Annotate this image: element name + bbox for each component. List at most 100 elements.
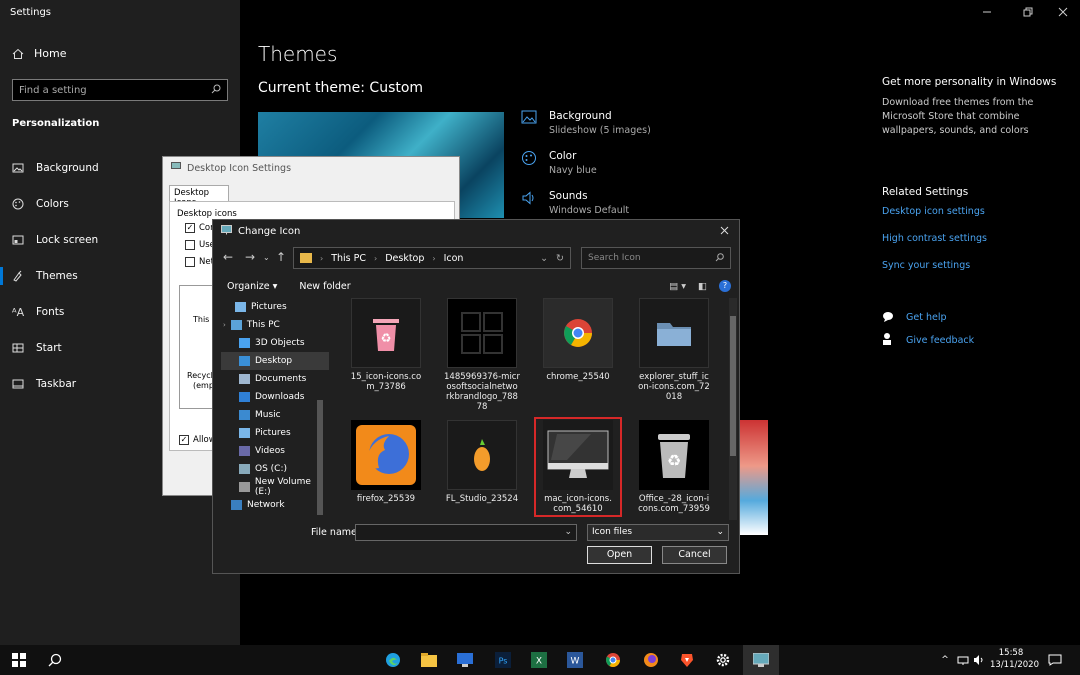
tree-item-network[interactable]: Network (221, 496, 329, 514)
file-item[interactable]: 1485969376-micr osoftsocialnetwo rkbrand… (441, 298, 523, 412)
window-title: Settings (10, 7, 52, 18)
recent-dropdown[interactable]: ⌄ (263, 253, 270, 262)
search-placeholder: Search Icon (588, 253, 641, 263)
file-item[interactable]: explorer_stuff_ic on-icons.com_72 018 (633, 298, 715, 402)
home-nav[interactable]: Home (12, 47, 66, 60)
system-clock[interactable]: 15:58 13/11/2020 (990, 647, 1039, 671)
settings-gear-icon[interactable] (714, 651, 732, 669)
breadcrumb-desktop[interactable]: Desktop (385, 253, 424, 264)
new-folder-button[interactable]: New folder (299, 281, 350, 292)
word-icon[interactable]: W (566, 651, 584, 669)
search-icon (715, 253, 724, 263)
prop-title: Sounds (549, 190, 588, 202)
high-contrast-settings-link[interactable]: High contrast settings (882, 233, 1062, 244)
file-item-selected[interactable]: mac_icon-icons. com_54610 (534, 417, 622, 517)
file-explorer-icon[interactable] (420, 651, 438, 669)
start-button[interactable] (10, 651, 28, 669)
help-icon[interactable]: ? (719, 280, 731, 292)
prop-sub: Navy blue (549, 165, 597, 176)
sounds-property[interactable]: Sounds Windows Default (521, 190, 629, 216)
photoshop-icon[interactable]: Ps (494, 651, 512, 669)
preview-pane-icon[interactable]: ◧ (698, 281, 707, 292)
excel-icon[interactable]: X (530, 651, 548, 669)
edge-icon[interactable] (384, 651, 402, 669)
sync-settings-link[interactable]: Sync your settings (882, 260, 1062, 271)
search-placeholder: Find a setting (19, 84, 87, 96)
tree-item-documents[interactable]: Documents (221, 370, 329, 388)
search-icon (48, 653, 62, 667)
color-property[interactable]: Color Navy blue (521, 150, 597, 176)
open-button[interactable]: Open (587, 546, 652, 564)
file-item[interactable]: ♻ Office_-28_icon-i cons.com_73959 (633, 420, 715, 514)
tree-item-pictures-2[interactable]: Pictures (221, 424, 329, 442)
desktop-icon-settings-taskbar-icon[interactable] (752, 651, 770, 669)
search-button[interactable] (46, 651, 64, 669)
refresh-icon[interactable]: ↻ (556, 253, 564, 264)
search-icon (211, 84, 221, 97)
view-menu-icon[interactable]: ▤ ▾ (669, 281, 686, 292)
tree-item-this-pc[interactable]: › This PC (221, 316, 329, 334)
tree-item-new-volume-e[interactable]: New Volume (E:) (221, 477, 329, 497)
tree-item-pictures[interactable]: Pictures (221, 298, 329, 316)
file-name: 15_icon-icons.co m_73786 (350, 372, 422, 392)
recycle-gray-icon: ♻ (639, 420, 709, 490)
brave-icon[interactable] (678, 651, 696, 669)
pictures-icon (239, 428, 250, 438)
forward-button[interactable]: → (245, 250, 255, 264)
tree-item-os-c[interactable]: OS (C:) (221, 460, 329, 478)
settings-search-input[interactable]: Find a setting (12, 79, 228, 101)
tree-item-downloads[interactable]: Downloads (221, 388, 329, 406)
tab-desktop-icons[interactable]: Desktop Icons (169, 185, 229, 208)
tree-item-desktop[interactable]: Desktop (221, 352, 329, 370)
prop-title: Color (549, 150, 577, 162)
tree-item-music[interactable]: Music (221, 406, 329, 424)
scroll-thumb[interactable] (730, 316, 736, 456)
desktop-icon-settings-link[interactable]: Desktop icon settings (882, 206, 1062, 217)
file-item[interactable]: FL_Studio_23524 (441, 420, 523, 504)
recycle-pink-icon: ♻ (351, 298, 421, 368)
search-input[interactable]: Search Icon (581, 247, 731, 269)
minimize-button[interactable] (982, 6, 992, 20)
file-item[interactable]: firefox_25539 (345, 420, 427, 504)
chevron-right-icon: › (374, 253, 378, 263)
file-list-scrollbar[interactable] (729, 298, 737, 520)
file-item[interactable]: chrome_25540 (537, 298, 619, 382)
give-feedback-label: Give feedback (906, 335, 975, 346)
personality-heading: Get more personality in Windows (882, 76, 1057, 88)
tree-item-videos[interactable]: Videos (221, 442, 329, 460)
dialog-title-text: Change Icon (238, 226, 301, 237)
close-button[interactable] (1058, 6, 1068, 20)
get-help-link[interactable]: Get help (882, 308, 947, 327)
volume-icon[interactable] (970, 651, 988, 669)
firefox-icon[interactable] (642, 651, 660, 669)
svg-text:X: X (536, 657, 542, 667)
tree-scrollbar[interactable] (317, 400, 323, 515)
svg-text:W: W (571, 657, 580, 667)
chevron-up-icon[interactable]: ^ (936, 651, 954, 669)
computer-app-icon[interactable] (456, 651, 474, 669)
close-button[interactable] (720, 224, 729, 238)
tree-item-3d-objects[interactable]: 3D Objects (221, 334, 329, 352)
dialog-title: Desktop Icon Settings (171, 162, 291, 174)
video-icon (239, 446, 250, 456)
file-name-input[interactable]: ⌄ (355, 524, 577, 541)
back-button[interactable]: ← (223, 250, 233, 264)
notification-icon[interactable] (1046, 651, 1064, 669)
background-property[interactable]: Background Slideshow (5 images) (521, 110, 651, 136)
chevron-down-icon[interactable]: ⌄ (540, 253, 548, 264)
organize-button[interactable]: Organize ▾ (227, 281, 277, 292)
file-list: ♻ 15_icon-icons.co m_73786 1485969376-mi… (335, 298, 727, 518)
address-bar[interactable]: › This PC › Desktop › Icon ⌄ ↻ (293, 247, 571, 269)
fl-studio-icon (447, 420, 517, 490)
cancel-button[interactable]: Cancel (662, 546, 727, 564)
theme-thumbnail[interactable] (740, 420, 768, 535)
give-feedback-link[interactable]: Give feedback (882, 331, 974, 350)
restore-button[interactable] (1023, 6, 1033, 20)
breadcrumb-icon[interactable]: Icon (444, 253, 464, 264)
file-name: FL_Studio_23524 (445, 494, 519, 504)
up-button[interactable]: ↑ (276, 250, 286, 264)
file-type-select[interactable]: Icon files ⌄ (587, 524, 729, 541)
chrome-icon[interactable] (604, 651, 622, 669)
breadcrumb-this-pc[interactable]: This PC (331, 253, 366, 264)
file-item[interactable]: ♻ 15_icon-icons.co m_73786 (345, 298, 427, 392)
